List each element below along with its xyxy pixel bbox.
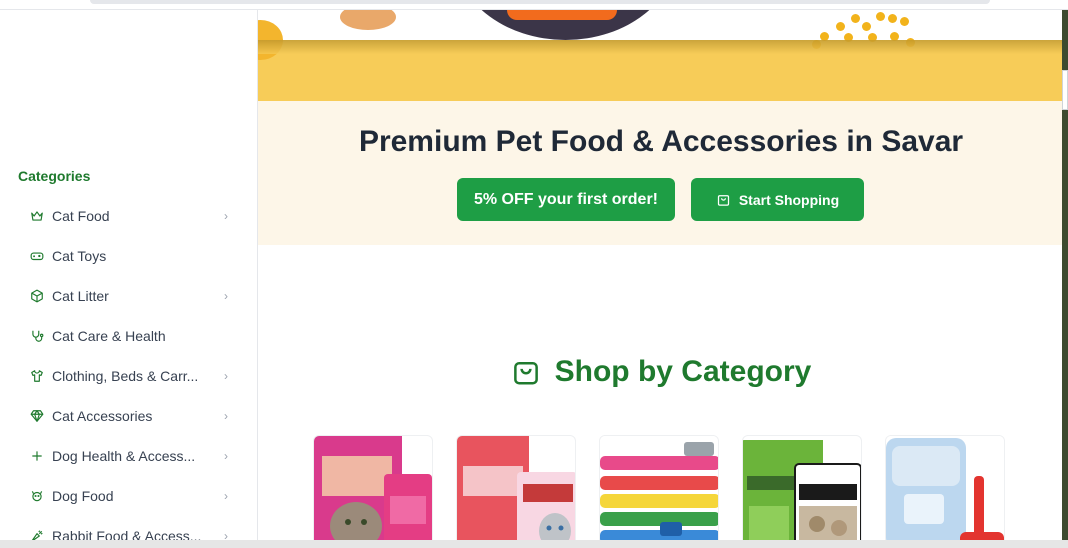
hero-dot-pattern — [808, 10, 918, 49]
cat-treat-packs-image — [457, 436, 575, 548]
gem-icon — [30, 409, 44, 423]
first-order-offer-button[interactable]: 5% OFF your first order! — [457, 178, 675, 221]
category-list: Cat Food › Cat Toys Cat Litter › Cat Car… — [0, 196, 257, 548]
sidebar-title: Categories — [18, 168, 91, 184]
browser-top-strip — [0, 0, 1068, 10]
sidebar-item-label: Cat Accessories — [52, 408, 153, 424]
shopping-bag-icon — [513, 362, 538, 385]
sidebar-item-cat-care-health[interactable]: Cat Care & Health — [0, 316, 257, 356]
chevron-right-icon: › — [224, 409, 228, 423]
category-sidebar: Categories Cat Food › Cat Toys Cat Litte… — [0, 10, 258, 548]
cat-litter-bags-image — [743, 440, 861, 548]
main-content: Premium Pet Food & Accessories in Savar … — [258, 10, 1064, 548]
stethoscope-icon — [30, 329, 44, 343]
sidebar-item-cat-food[interactable]: Cat Food › — [0, 196, 257, 236]
dog-icon — [30, 489, 44, 503]
sidebar-item-clothing-beds[interactable]: Clothing, Beds & Carr... › — [0, 356, 257, 396]
category-card-cat-litter-bags[interactable] — [742, 435, 862, 548]
shopping-bag-icon — [717, 195, 729, 206]
sidebar-item-label: Dog Food — [52, 488, 114, 504]
dog-collars-image — [600, 436, 718, 548]
address-bar-edge — [90, 0, 990, 4]
hero-banner — [258, 10, 1064, 101]
litter-box-scoop-image — [886, 436, 1004, 548]
sidebar-item-label: Cat Care & Health — [52, 328, 166, 344]
sidebar-item-dog-food[interactable]: Dog Food › — [0, 476, 257, 516]
shop-by-category-heading: Shop by Category — [258, 355, 1064, 389]
promo-headline: Premium Pet Food & Accessories in Savar — [358, 125, 964, 158]
sidebar-item-cat-litter[interactable]: Cat Litter › — [0, 276, 257, 316]
sidebar-item-label: Cat Toys — [52, 248, 107, 264]
horizontal-scrollbar[interactable] — [0, 540, 1068, 548]
chevron-right-icon: › — [224, 289, 228, 303]
sidebar-item-label: Dog Health & Access... — [52, 448, 196, 464]
section-title: Shop by Category — [554, 355, 812, 388]
sidebar-item-label: Cat Litter — [52, 288, 109, 304]
category-cards — [313, 435, 1013, 548]
chevron-right-icon: › — [224, 489, 228, 503]
chevron-right-icon: › — [224, 209, 228, 223]
category-card-dog-collars[interactable] — [599, 435, 719, 548]
sidebar-item-label: Clothing, Beds & Carr... — [52, 368, 199, 384]
chevron-right-icon: › — [224, 369, 228, 383]
category-card-litter-box-scoop[interactable] — [885, 435, 1005, 548]
start-shopping-button[interactable]: Start Shopping — [691, 178, 864, 221]
category-card-cat-treat-packs[interactable] — [456, 435, 576, 548]
category-card-cat-food-packs[interactable] — [313, 435, 433, 548]
scrollbar-thumb[interactable] — [1062, 70, 1068, 110]
page-scrollbar[interactable] — [1062, 10, 1068, 548]
hero-decoration — [507, 10, 617, 20]
sidebar-item-dog-health[interactable]: Dog Health & Access... › — [0, 436, 257, 476]
chevron-right-icon: › — [224, 449, 228, 463]
sidebar-item-cat-toys[interactable]: Cat Toys — [0, 236, 257, 276]
promo-section: Premium Pet Food & Accessories in Savar … — [258, 101, 1064, 245]
start-shopping-label: Start Shopping — [738, 191, 840, 208]
crown-icon — [30, 209, 44, 223]
cat-food-packs-image — [314, 436, 432, 548]
shirt-icon — [30, 369, 44, 383]
plus-icon — [30, 449, 44, 463]
sidebar-item-label: Cat Food — [52, 208, 110, 224]
box-icon — [30, 289, 44, 303]
gamepad-icon — [30, 249, 44, 263]
sidebar-item-cat-accessories[interactable]: Cat Accessories › — [0, 396, 257, 436]
